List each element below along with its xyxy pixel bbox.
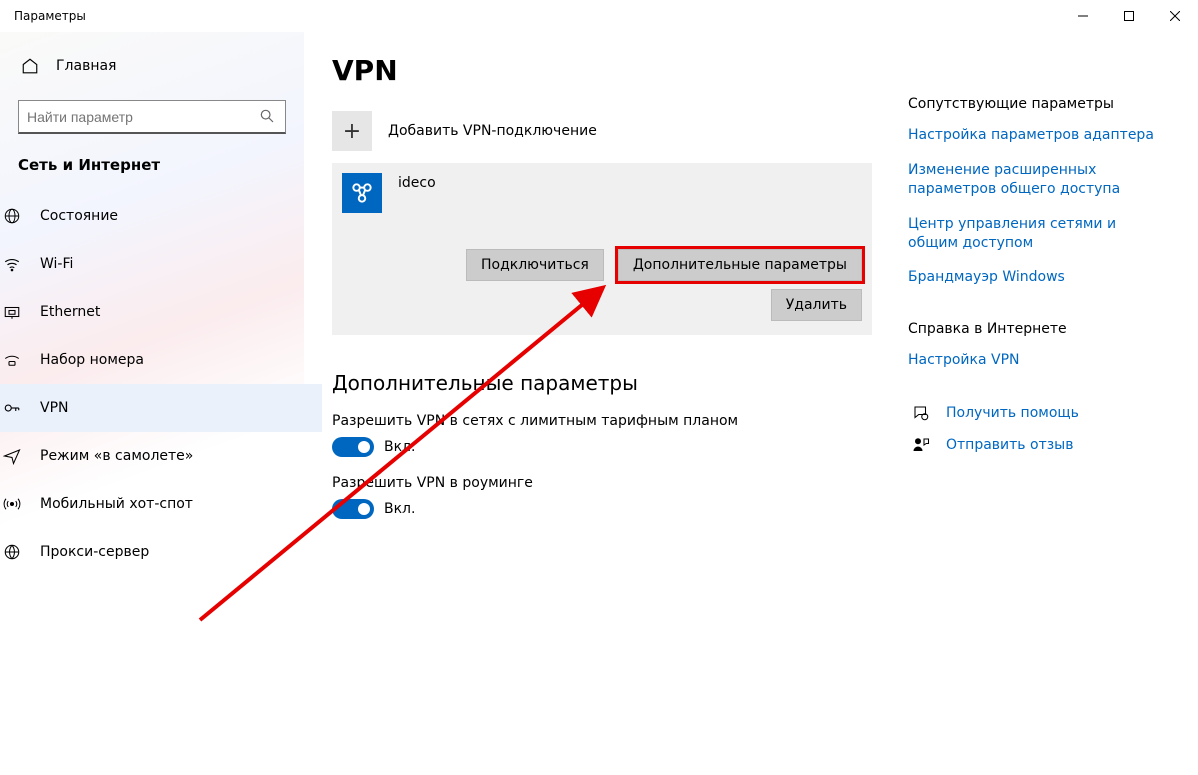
sidebar-item-status[interactable]: Состояние <box>0 192 322 240</box>
category-heading: Сеть и Интернет <box>18 156 286 174</box>
home-label: Главная <box>56 58 116 74</box>
page-title: VPN <box>332 54 872 87</box>
sidebar-nav: Состояние Wi-Fi Ethernet Набор номера <box>0 192 322 576</box>
titlebar: Параметры <box>0 0 1198 32</box>
hotspot-icon <box>0 495 24 513</box>
search-input[interactable] <box>27 109 259 125</box>
related-heading: Сопутствующие параметры <box>908 96 1168 112</box>
globe-grid-icon <box>0 207 24 225</box>
vpn-connection-icon <box>342 173 382 213</box>
sidebar-item-wifi[interactable]: Wi-Fi <box>0 240 322 288</box>
feedback-row[interactable]: Отправить отзыв <box>908 436 1168 454</box>
proxy-icon <box>0 543 24 561</box>
get-help-label: Получить помощь <box>946 405 1079 421</box>
sidebar-item-airplane[interactable]: Режим «в самолете» <box>0 432 322 480</box>
sidebar-item-vpn[interactable]: VPN <box>0 384 322 432</box>
feedback-label: Отправить отзыв <box>946 437 1073 453</box>
airplane-icon <box>0 447 24 465</box>
sidebar: Главная Сеть и Интернет Состояние <box>0 32 304 775</box>
home-nav[interactable]: Главная <box>18 46 286 86</box>
ethernet-icon <box>0 303 24 321</box>
window-minimize-button[interactable] <box>1060 0 1106 32</box>
related-link[interactable]: Настройка параметров адаптера <box>908 126 1168 145</box>
sidebar-item-label: Ethernet <box>40 304 100 320</box>
vpn-key-icon <box>0 399 24 417</box>
sidebar-item-label: Wi-Fi <box>40 256 73 272</box>
sidebar-item-label: Прокси-сервер <box>40 544 149 560</box>
toggle-switch[interactable] <box>332 437 374 457</box>
toggle-state: Вкл. <box>384 501 415 517</box>
toggle-metered: Разрешить VPN в сетях с лимитным тарифны… <box>332 413 872 457</box>
sidebar-item-ethernet[interactable]: Ethernet <box>0 288 322 336</box>
search-box[interactable] <box>18 100 286 134</box>
help-heading: Справка в Интернете <box>908 321 1168 337</box>
help-link[interactable]: Настройка VPN <box>908 351 1168 370</box>
chat-bubble-icon <box>908 404 934 422</box>
home-icon <box>18 57 42 75</box>
feedback-icon <box>908 436 934 454</box>
vpn-connection-card[interactable]: ideco Подключиться Дополнительные параме… <box>332 163 872 335</box>
toggle-roaming: Разрешить VPN в роуминге Вкл. <box>332 475 872 519</box>
toggle-switch[interactable] <box>332 499 374 519</box>
window-maximize-button[interactable] <box>1106 0 1152 32</box>
related-link[interactable]: Брандмауэр Windows <box>908 268 1168 287</box>
dialup-icon <box>0 351 24 369</box>
connect-button[interactable]: Подключиться <box>466 249 604 281</box>
get-help-row[interactable]: Получить помощь <box>908 404 1168 422</box>
toggle-state: Вкл. <box>384 439 415 455</box>
related-link[interactable]: Изменение расширенных параметров общего … <box>908 161 1168 199</box>
advanced-heading: Дополнительные параметры <box>332 371 872 395</box>
add-vpn-label: Добавить VPN-подключение <box>388 123 597 139</box>
toggle-label: Разрешить VPN в роуминге <box>332 475 872 491</box>
add-vpn-row[interactable]: + Добавить VPN-подключение <box>332 111 872 151</box>
toggle-label: Разрешить VPN в сетях с лимитным тарифны… <box>332 413 872 429</box>
wifi-icon <box>0 255 24 273</box>
search-icon <box>259 108 277 126</box>
aside-panel: Сопутствующие параметры Настройка параме… <box>908 54 1168 775</box>
sidebar-item-proxy[interactable]: Прокси-сервер <box>0 528 322 576</box>
delete-button[interactable]: Удалить <box>771 289 862 321</box>
advanced-options-button[interactable]: Дополнительные параметры <box>618 249 862 281</box>
sidebar-item-label: VPN <box>40 400 69 416</box>
sidebar-item-label: Мобильный хот-спот <box>40 496 193 512</box>
plus-icon: + <box>332 111 372 151</box>
window-close-button[interactable] <box>1152 0 1198 32</box>
sidebar-item-hotspot[interactable]: Мобильный хот-спот <box>0 480 322 528</box>
sidebar-item-dialup[interactable]: Набор номера <box>0 336 322 384</box>
related-link[interactable]: Центр управления сетями и общим доступом <box>908 215 1168 253</box>
sidebar-item-label: Режим «в самолете» <box>40 448 193 464</box>
main-panel: VPN + Добавить VPN-подключение ideco <box>332 54 872 775</box>
window-title: Параметры <box>14 9 86 23</box>
sidebar-item-label: Состояние <box>40 208 118 224</box>
sidebar-item-label: Набор номера <box>40 352 144 368</box>
vpn-connection-name: ideco <box>398 173 436 191</box>
